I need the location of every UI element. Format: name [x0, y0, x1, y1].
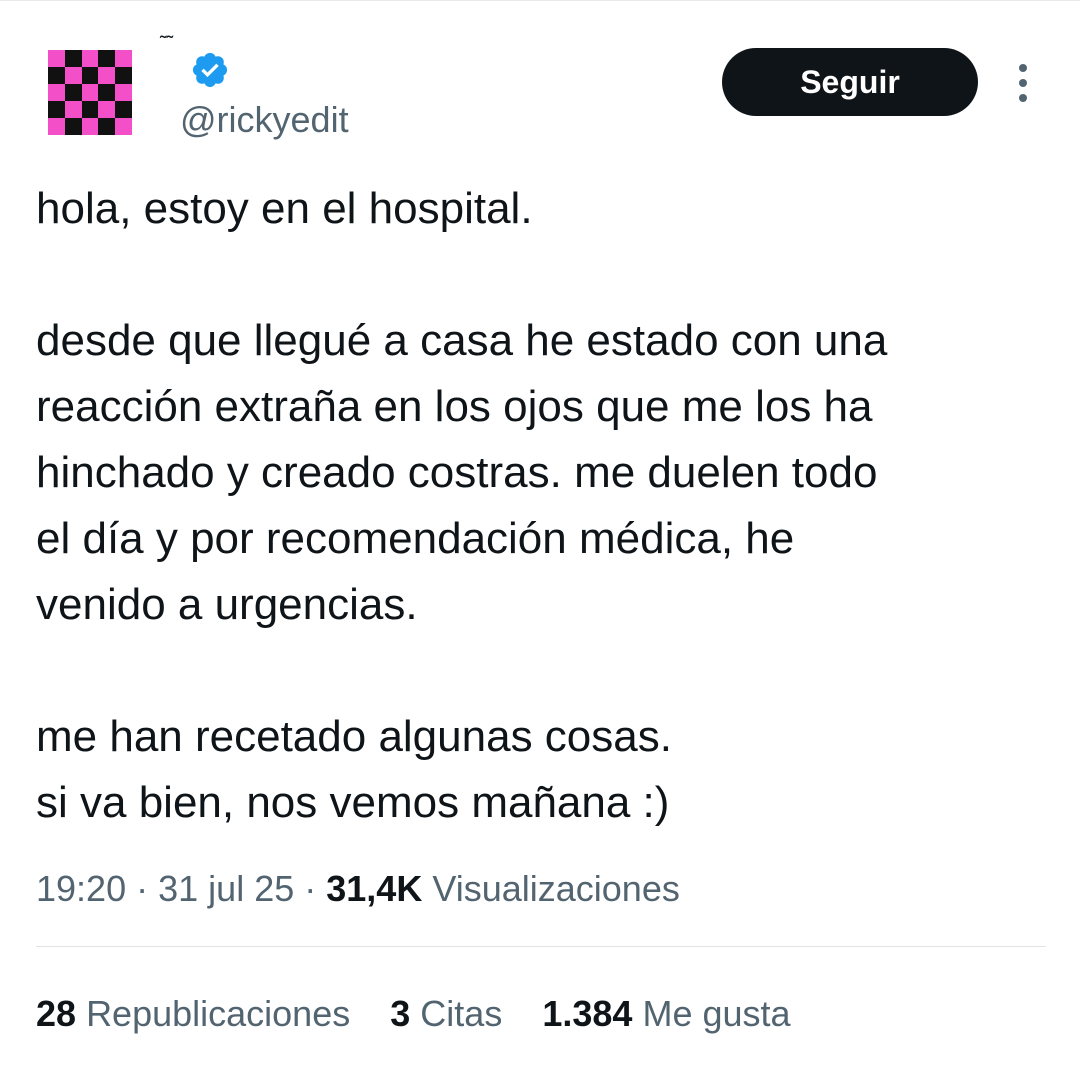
quotes-count: 3 — [390, 993, 411, 1034]
avatar-cell — [48, 50, 65, 67]
meta-separator: · — [136, 868, 149, 909]
avatar-cell — [115, 118, 132, 135]
avatar-cell — [48, 101, 65, 118]
avatar-cell — [98, 67, 116, 84]
avatar-cell — [115, 101, 132, 118]
tweet-line: si va bien, nos vemos mañana :) — [36, 778, 670, 827]
reposts-stat[interactable]: 28 Republicaciones — [36, 988, 350, 1040]
tweet-meta: 19:20 · 31 jul 25 · 31,4K Visualizacione… — [36, 864, 680, 914]
avatar-cell — [115, 50, 132, 67]
avatar-cell — [115, 84, 132, 101]
likes-count: 1.384 — [542, 993, 633, 1034]
follow-button[interactable]: Seguir — [722, 48, 978, 116]
reposts-label: Republicaciones — [86, 993, 351, 1034]
tweet-date[interactable]: 31 jul 25 — [158, 868, 294, 909]
tweet-line: hola, estoy en el hospital. — [36, 184, 533, 233]
likes-stat[interactable]: 1.384 Me gusta — [542, 988, 790, 1040]
views-label: Visualizaciones — [432, 868, 680, 909]
avatar-cell — [64, 67, 82, 84]
avatar-cell — [98, 50, 116, 67]
avatar-cell — [64, 118, 82, 135]
avatar-cell — [48, 67, 65, 84]
views-count: 31,4K — [326, 868, 423, 909]
avatar-cell — [81, 67, 99, 84]
quotes-label: Citas — [420, 993, 503, 1034]
avatar-cell — [81, 50, 99, 67]
divider — [36, 946, 1046, 947]
user-handle[interactable]: @rickyedit — [180, 98, 349, 142]
tweet-line: hinchado y creado costras. me duelen tod… — [36, 448, 878, 497]
avatar-cell — [81, 118, 99, 135]
display-name[interactable]: ˜˜ — [160, 34, 173, 54]
tweet-line: el día y por recomendación médica, he — [36, 514, 795, 563]
tweet-line: me han recetado algunas cosas. — [36, 712, 672, 761]
avatar-cell — [64, 84, 82, 101]
likes-label: Me gusta — [642, 993, 791, 1034]
tweet-line: venido a urgencias. — [36, 580, 418, 629]
avatar-cell — [98, 101, 116, 118]
more-vertical-icon[interactable] — [1008, 60, 1038, 106]
tweet-line: desde que llegué a casa he estado con un… — [36, 316, 888, 365]
avatar-cell — [48, 118, 65, 135]
avatar-cell — [64, 101, 82, 118]
avatar-cell — [48, 84, 65, 101]
avatar[interactable] — [48, 50, 132, 135]
meta-separator: · — [304, 868, 317, 909]
tweet-text: hola, estoy en el hospital. desde que ll… — [36, 176, 1056, 836]
avatar-cell — [64, 50, 82, 67]
tweet-stats: 28 Republicaciones 3 Citas 1.384 Me gust… — [36, 988, 821, 1040]
avatar-cell — [81, 84, 99, 101]
tweet-time[interactable]: 19:20 — [36, 868, 126, 909]
quotes-stat[interactable]: 3 Citas — [390, 988, 502, 1040]
avatar-cell — [98, 84, 116, 101]
top-border — [0, 0, 1080, 1]
avatar-cell — [115, 67, 132, 84]
avatar-cell — [81, 101, 99, 118]
verified-badge-icon — [192, 52, 228, 88]
tweet-line: reacción extraña en los ojos que me los … — [36, 382, 873, 431]
avatar-cell — [98, 118, 116, 135]
reposts-count: 28 — [36, 993, 77, 1034]
